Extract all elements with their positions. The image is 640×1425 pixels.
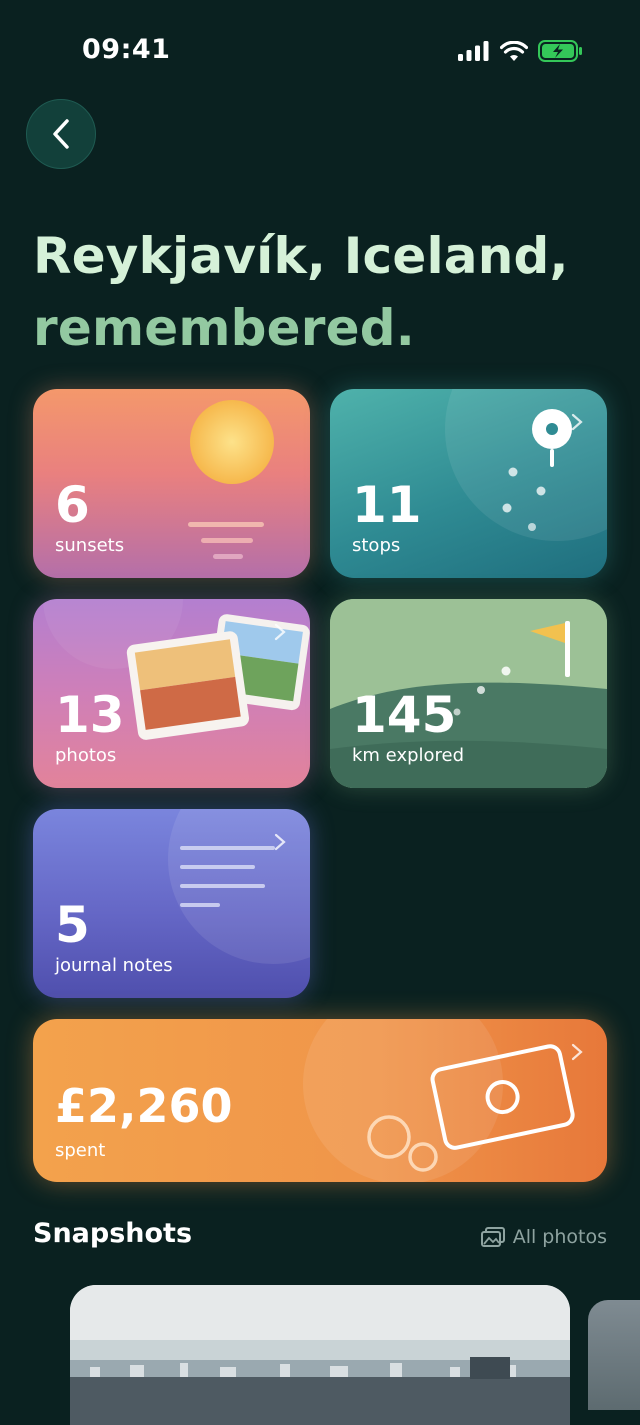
page-title-line-1: Reykjavík, Iceland, — [33, 227, 569, 285]
sunsets-label: sunsets — [55, 535, 125, 556]
spent-amount: £2,260 — [55, 1079, 233, 1133]
km-label: km explored — [352, 745, 465, 766]
journal-label: journal notes — [55, 955, 173, 976]
chevron-right-icon — [274, 833, 286, 851]
stops-count: 11 — [352, 476, 422, 534]
photos-count: 13 — [55, 686, 125, 744]
journal-count: 5 — [55, 896, 90, 954]
all-photos-label: All photos — [512, 1226, 607, 1248]
cellular-signal-icon — [458, 41, 489, 61]
chevron-right-icon — [274, 623, 286, 641]
snapshots-title: Snapshots — [33, 1218, 193, 1249]
battery-charging-icon — [538, 40, 582, 62]
journal-notes-card[interactable]: 5 journal notes — [33, 809, 310, 998]
back-button[interactable] — [26, 99, 96, 169]
sunsets-card[interactable]: 6 sunsets — [33, 389, 310, 578]
km-count: 145 — [352, 686, 457, 744]
stops-card[interactable]: 11 stops — [330, 389, 607, 578]
photos-icon — [480, 1227, 505, 1247]
all-photos-link[interactable]: All photos — [480, 1226, 607, 1248]
photos-card[interactable]: 13 photos — [33, 599, 310, 788]
page-title-line-2: remembered. — [33, 299, 415, 357]
city-skyline-image — [70, 1285, 570, 1425]
snapshot-photo-next[interactable] — [588, 1300, 640, 1410]
status-time: 09:41 — [82, 34, 171, 65]
spent-label: spent — [55, 1140, 106, 1161]
snapshot-photo[interactable] — [70, 1285, 570, 1425]
chevron-right-icon — [571, 413, 583, 431]
photos-label: photos — [55, 745, 117, 766]
stops-label: stops — [352, 535, 401, 556]
spent-card[interactable]: £2,260 spent — [33, 1019, 607, 1182]
chevron-left-icon — [53, 119, 69, 149]
km-explored-card[interactable]: 145 km explored — [330, 599, 607, 788]
status-icons — [458, 40, 584, 62]
wifi-icon — [500, 40, 528, 61]
chevron-right-icon — [571, 1043, 583, 1061]
page-title: Reykjavík, Iceland, remembered. — [33, 220, 569, 364]
sunsets-count: 6 — [55, 476, 90, 534]
